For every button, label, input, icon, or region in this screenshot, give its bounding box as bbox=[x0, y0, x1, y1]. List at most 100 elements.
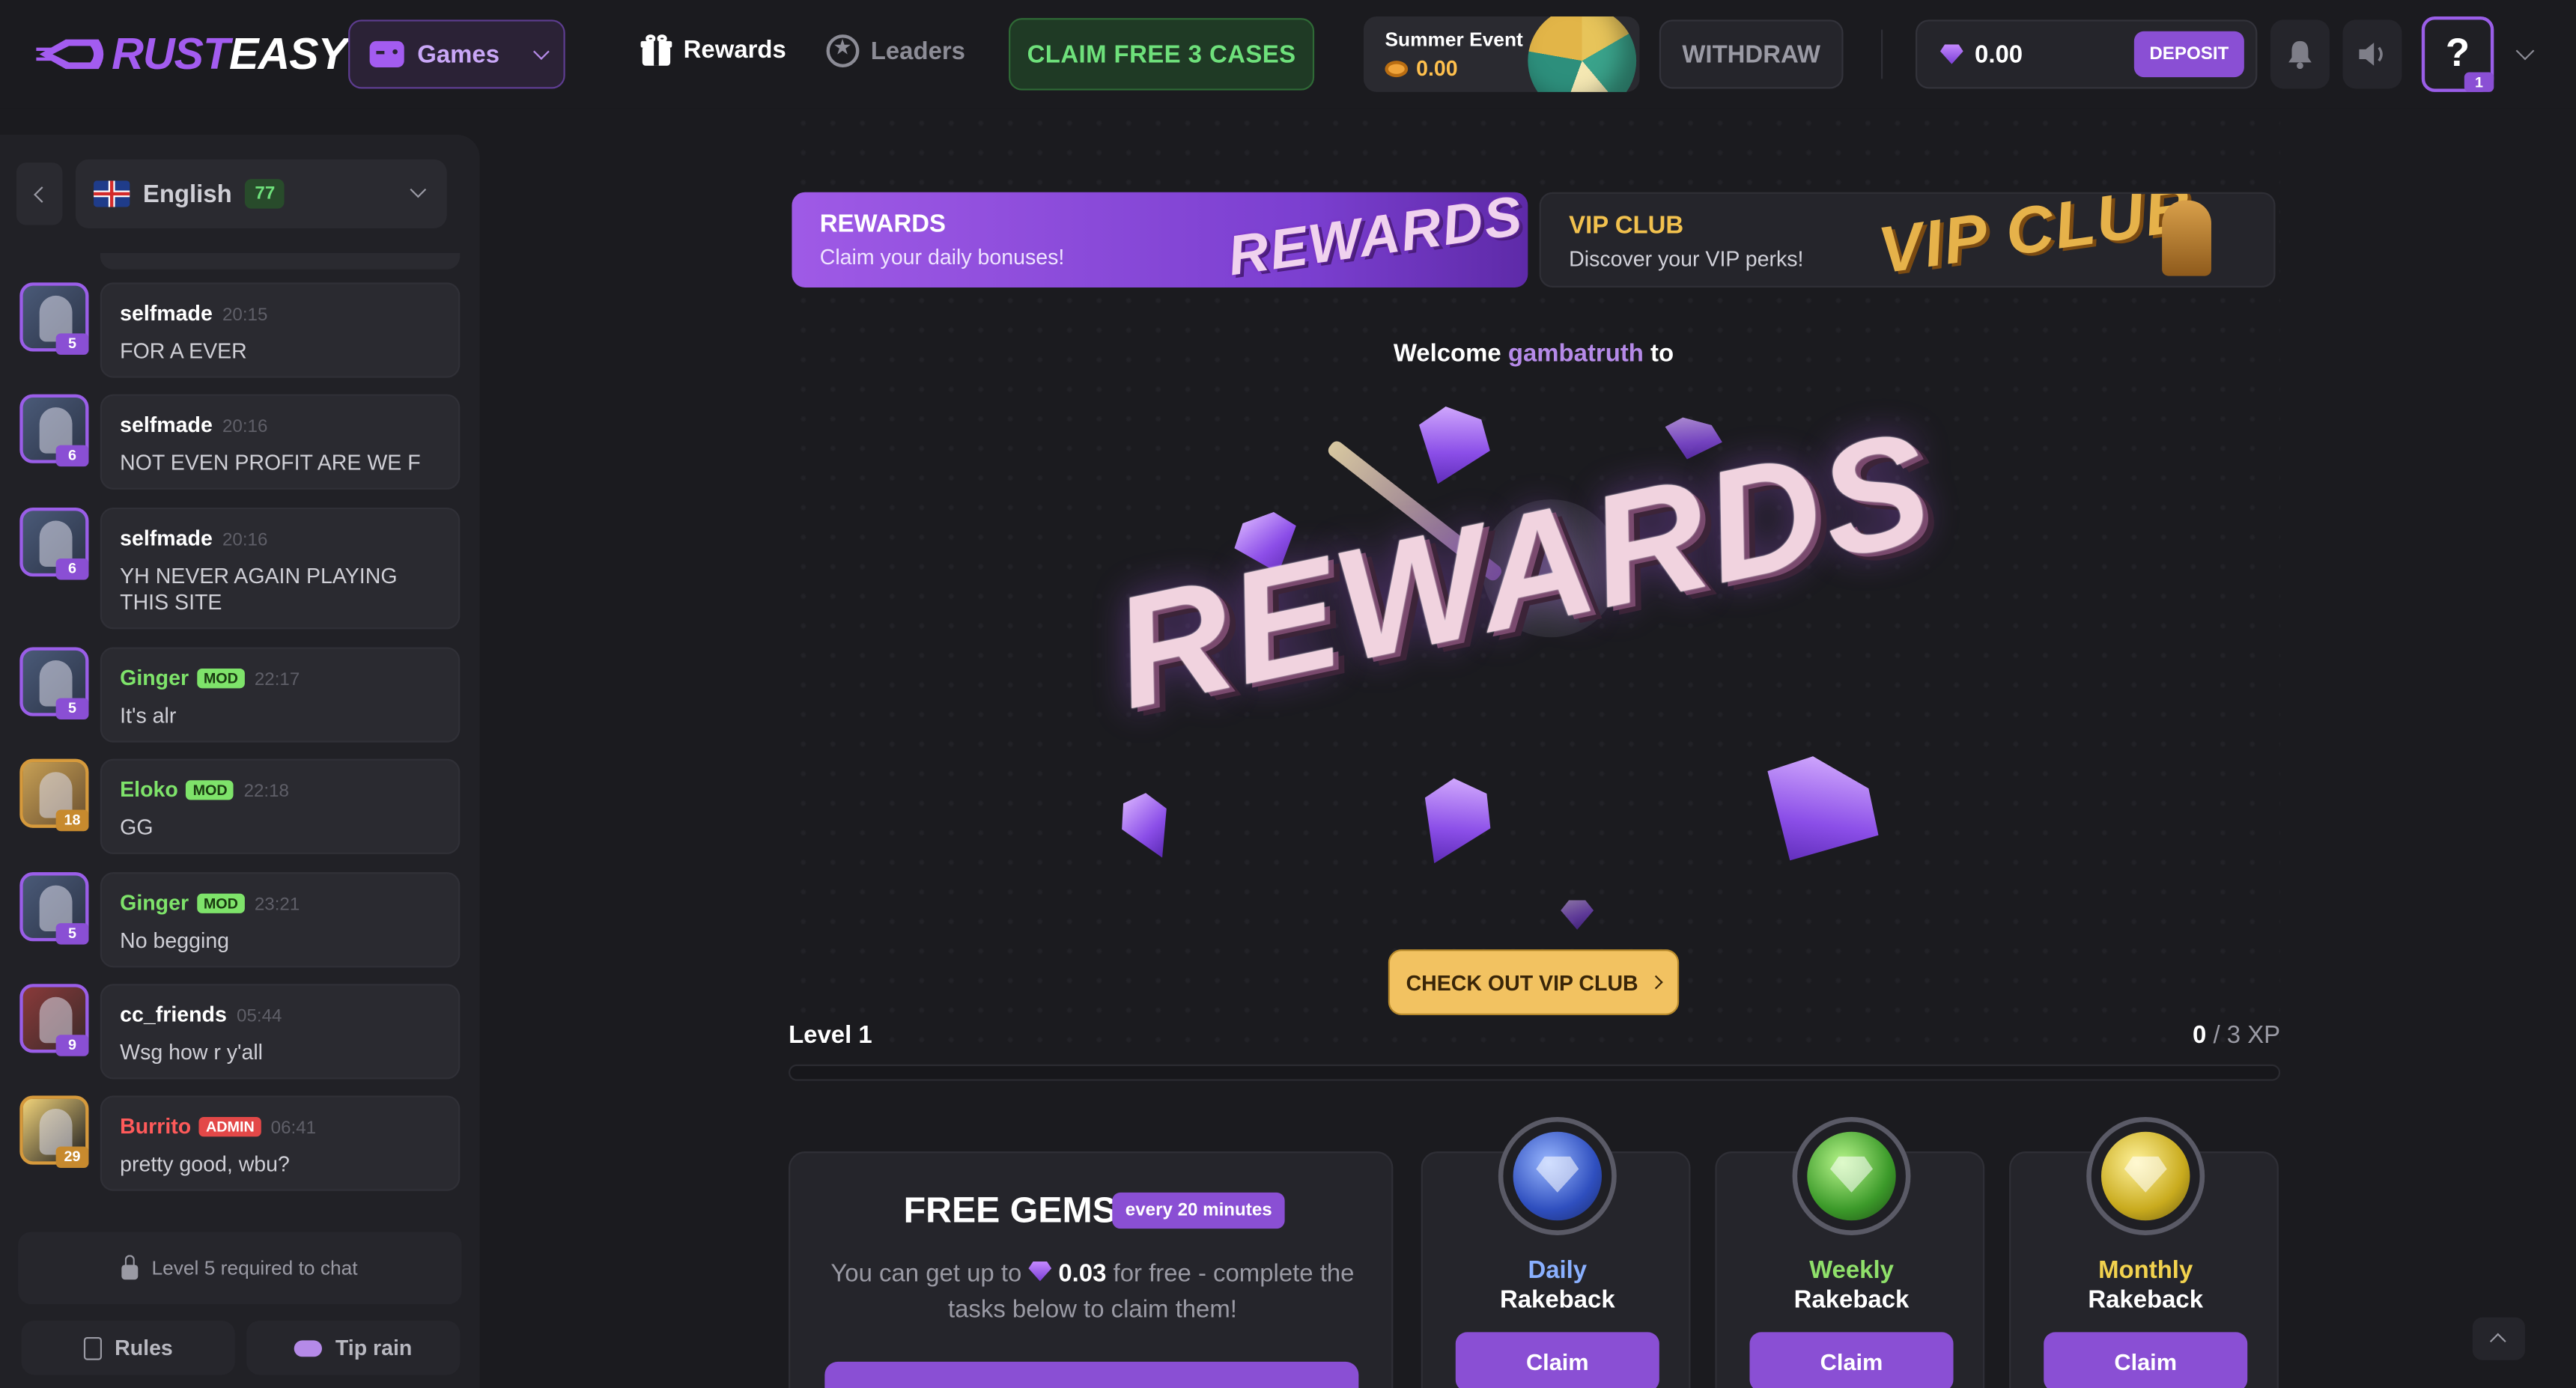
event-value: 0.00 bbox=[1385, 56, 1458, 81]
notifications-button[interactable] bbox=[2270, 19, 2330, 89]
free-gems-description: You can get up to 0.03 for free - comple… bbox=[830, 1259, 1355, 1324]
weekly-rakeback-medal-icon bbox=[1792, 1116, 1911, 1235]
withdraw-button[interactable]: WITHDRAW bbox=[1659, 19, 1844, 89]
chevron-right-icon bbox=[1649, 975, 1664, 990]
chat-username[interactable]: selfmade bbox=[120, 526, 213, 550]
gem-icon bbox=[1734, 740, 1896, 892]
tip-rain-button[interactable]: Tip rain bbox=[246, 1321, 461, 1375]
rakeback-label: Rakeback bbox=[1793, 1285, 1910, 1315]
message-time: 20:15 bbox=[222, 305, 268, 326]
top-bar: RUSTEASY Games Rewards Leaders CLAIM FRE… bbox=[0, 0, 2576, 109]
message-time: 20:16 bbox=[222, 530, 268, 551]
games-label: Games bbox=[417, 40, 500, 69]
logo-icon bbox=[36, 39, 104, 70]
chat-username[interactable]: cc_friends bbox=[120, 1002, 227, 1026]
message-bubble: Ginger MOD 22:17 It's alr bbox=[100, 647, 461, 743]
message-bubble: selfmade 20:16 NOT EVEN PROFIT ARE WE F bbox=[100, 394, 461, 490]
volleyball-icon bbox=[1528, 16, 1637, 92]
welcome-text: Welcome gambatruth to bbox=[1393, 340, 1674, 368]
scroll-to-top-button[interactable] bbox=[2472, 1317, 2525, 1360]
free-gems-card: FREE GEMS every 20 minutes You can get u… bbox=[789, 1151, 1394, 1388]
leaderboard-icon bbox=[826, 34, 860, 67]
logo-text: RUSTEASY bbox=[112, 28, 347, 79]
hero-title: REWARDS bbox=[1099, 398, 1948, 743]
rewards-banner-title: REWARDS bbox=[819, 210, 946, 239]
rules-button[interactable]: Rules bbox=[21, 1321, 235, 1375]
gift-icon bbox=[640, 34, 672, 66]
language-selector[interactable]: English 77 bbox=[75, 159, 447, 228]
gem-icon bbox=[1028, 1261, 1052, 1282]
games-dropdown[interactable]: Games bbox=[348, 19, 565, 89]
message-bubble: Ginger MOD 23:21 No begging bbox=[100, 872, 461, 968]
collapse-chat-button[interactable] bbox=[16, 162, 63, 225]
message-text: FOR A EVER bbox=[120, 338, 247, 363]
help-icon: ? bbox=[2445, 31, 2470, 76]
chevron-down-icon bbox=[533, 43, 550, 59]
message-text: NOT EVEN PROFIT ARE WE F bbox=[120, 450, 421, 475]
weekly-rakeback-card: Weekly Rakeback Claim bbox=[1715, 1116, 1985, 1388]
chat-username[interactable]: Burrito bbox=[120, 1114, 191, 1139]
chat-username[interactable]: selfmade bbox=[120, 413, 213, 437]
message-bubble: Eloko MOD 22:18 GG bbox=[100, 758, 461, 854]
message-text: GG bbox=[120, 815, 154, 840]
nav-leaders[interactable]: Leaders bbox=[826, 34, 965, 67]
speaker-icon bbox=[2359, 43, 2383, 66]
chat-username[interactable]: Ginger bbox=[120, 666, 189, 690]
tip-rain-label: Tip rain bbox=[335, 1335, 413, 1360]
rakeback-label: Rakeback bbox=[2088, 1285, 2204, 1315]
weekly-rakeback-claim-button[interactable]: Claim bbox=[1749, 1332, 1954, 1388]
rakeback-label: Rakeback bbox=[1499, 1285, 1615, 1315]
role-badge: ADMIN bbox=[199, 1116, 261, 1137]
role-badge: MOD bbox=[186, 780, 234, 800]
app-root: RUSTEASY Games Rewards Leaders CLAIM FRE… bbox=[0, 0, 2576, 1388]
account-menu-chevron-icon[interactable] bbox=[2515, 41, 2535, 61]
nav-rewards[interactable]: Rewards bbox=[640, 34, 786, 66]
chat-messages[interactable]: 5 selfmade 20:15 FOR A EVER 6 selfmade 20:16 NO… bbox=[0, 252, 480, 1202]
document-icon bbox=[83, 1336, 102, 1360]
free-gems-claim-button[interactable] bbox=[824, 1361, 1359, 1388]
balance-box: 0.00 DEPOSIT bbox=[1916, 19, 2258, 89]
summer-event-widget[interactable]: Summer Event 0.00 bbox=[1363, 16, 1640, 92]
chat-username[interactable]: Eloko bbox=[120, 777, 178, 802]
vip-club-banner[interactable]: VIP CLUB Discover your VIP perks! VIP CL… bbox=[1539, 192, 2276, 287]
deposit-button[interactable]: DEPOSIT bbox=[2133, 31, 2244, 78]
rakeback-period: Weekly bbox=[1809, 1256, 1894, 1285]
rewards-banner-subtitle: Claim your daily bonuses! bbox=[819, 244, 1065, 270]
rewards-hero-art: REWARDS bbox=[1099, 398, 1975, 943]
gem-icon bbox=[1402, 770, 1504, 878]
help-button[interactable]: ? 1 bbox=[2421, 16, 2494, 92]
message-time: 06:41 bbox=[270, 1118, 317, 1139]
chat-message-partial bbox=[100, 252, 461, 270]
daily-rakeback-claim-button[interactable]: Claim bbox=[1455, 1332, 1659, 1388]
rules-label: Rules bbox=[115, 1335, 173, 1360]
gem-icon bbox=[1939, 44, 1963, 64]
claim-free-cases-button[interactable]: CLAIM FREE 3 CASES bbox=[1009, 18, 1315, 91]
message-bubble: selfmade 20:15 FOR A EVER bbox=[100, 282, 461, 378]
vip-cta-label: CHECK OUT VIP CLUB bbox=[1406, 970, 1638, 995]
chat-username[interactable]: selfmade bbox=[120, 301, 213, 326]
message-text: Wsg how r y'all bbox=[120, 1039, 264, 1065]
message-time: 22:17 bbox=[254, 670, 300, 690]
check-out-vip-button[interactable]: CHECK OUT VIP CLUB bbox=[1388, 949, 1680, 1015]
message-time: 20:16 bbox=[222, 417, 268, 437]
chat-locked-notice: Level 5 required to chat bbox=[18, 1232, 462, 1305]
user-level-badge: 18 bbox=[55, 809, 89, 832]
monthly-rakeback-claim-button[interactable]: Claim bbox=[2044, 1332, 2248, 1388]
vip-banner-art: VIP CLUB bbox=[1874, 192, 2199, 287]
message-bubble: cc_friends 05:44 Wsg how r y'all bbox=[100, 984, 461, 1080]
xp-label: 0 / 3 XP bbox=[2193, 1021, 2281, 1050]
bell-icon bbox=[2288, 40, 2312, 70]
chat-locked-text: Level 5 required to chat bbox=[151, 1256, 358, 1280]
user-level-badge: 6 bbox=[55, 558, 89, 580]
user-level-badge: 9 bbox=[55, 1035, 89, 1056]
logo[interactable]: RUSTEASY bbox=[36, 28, 347, 79]
level-label: Level 1 bbox=[789, 1021, 872, 1050]
message-bubble: Burrito ADMIN 06:41 pretty good, wbu? bbox=[100, 1095, 461, 1191]
gem-icon bbox=[1561, 900, 1594, 930]
chat-username[interactable]: Ginger bbox=[120, 890, 189, 915]
rewards-banner[interactable]: REWARDS Claim your daily bonuses! REWARD… bbox=[792, 192, 1528, 287]
divider bbox=[1880, 29, 1883, 79]
message-text: No begging bbox=[120, 928, 230, 953]
monthly-rakeback-medal-icon bbox=[2086, 1116, 2205, 1235]
sound-toggle-button[interactable] bbox=[2342, 19, 2402, 89]
